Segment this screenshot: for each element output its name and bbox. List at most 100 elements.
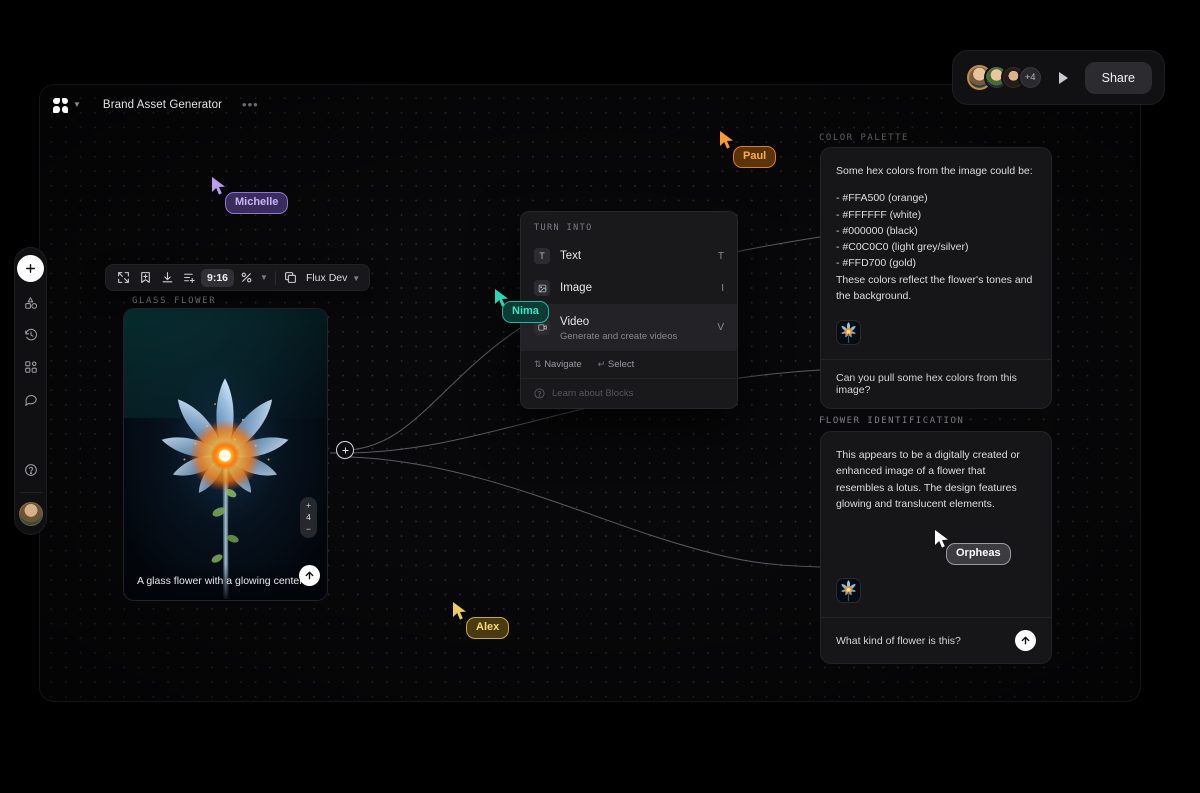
avatar-overflow-count[interactable]: +4 [1017,65,1043,90]
percent-magic-icon[interactable] [236,268,256,288]
block-toolbar[interactable]: 9:16 ▼ Flux Dev ▼ [105,264,371,291]
list-add-icon[interactable] [179,268,199,288]
glass-flower-image [124,309,327,600]
document-more-button[interactable]: ••• [242,98,259,111]
menu-item-shortcut: V [717,321,724,333]
stepper-value: 4 [306,512,311,522]
hex-color-item: - #FFFFFF (white) [836,208,922,221]
select-key-icon: ↵ [597,359,606,369]
menu-item-label: Image [560,282,592,294]
thumbnail-image [837,579,860,603]
arrow-up-icon [1021,636,1030,645]
menu-item-label: Text [560,250,582,262]
cursor-label: Paul [733,146,777,168]
download-icon[interactable] [157,268,177,288]
sidebar-item-history[interactable] [16,319,46,351]
help-circle-icon [24,464,37,476]
left-rail [14,247,47,535]
turn-into-menu[interactable]: TURN INTO T Text T Image I Video Generat… [520,211,738,409]
hex-color-list: - #FFA500 (orange) - #FFFFFF (white) - #… [836,190,1036,271]
color-palette-card-label: COLOR PALETTE [819,133,909,143]
add-block-button[interactable] [17,255,44,282]
toolbar-divider [274,270,276,285]
menu-item-image[interactable]: Image I [521,272,737,304]
cursor-pointer-icon [453,602,466,620]
chevron-down-icon[interactable]: ▼ [258,273,270,282]
image-block[interactable]: GLASS FLOWER + 4 − A glass flower with a… [123,296,328,601]
color-palette-prompt[interactable]: Can you pull some hex colors from this i… [836,372,1036,396]
select-label: Select [607,359,635,370]
blocks-grid-icon [24,361,37,373]
flower-id-prompt-row[interactable]: What kind of flower is this? [821,617,1051,663]
menu-item-shortcut: I [721,282,724,294]
menu-item-video[interactable]: Video Generate and create videos V [521,304,737,350]
sidebar-item-blocks[interactable] [16,351,46,383]
expand-icon[interactable] [113,268,133,288]
stepper-decrement[interactable]: − [306,525,311,534]
cursor-orpheas: Orpheas [934,529,1011,565]
aspect-ratio-button[interactable]: 9:16 [201,268,235,287]
chevron-down-icon[interactable]: ▼ [73,101,81,109]
image-submit-button[interactable] [299,565,320,586]
menu-footer-hints: ⇅ Navigate ↵ Select [521,350,737,378]
collaborator-facepile[interactable]: +4 [966,65,1043,90]
connector-add-node[interactable] [336,441,354,459]
user-avatar[interactable] [18,502,43,526]
text-icon: T [534,248,550,264]
duplicate-icon[interactable] [281,268,301,288]
image-caption: A glass flower with a glowing center [124,564,327,600]
flower-id-text: This appears to be a digitally created o… [836,449,1020,510]
color-palette-card[interactable]: Some hex colors from the image could be:… [820,147,1052,410]
model-label: Flux Dev [305,271,348,284]
flower-id-card-label: FLOWER IDENTIFICATION [819,416,965,426]
sidebar-item-comments[interactable] [16,383,46,415]
flower-thumbnail[interactable] [836,320,861,346]
shapes-icon [24,297,37,309]
hex-color-item: - #FFD700 (gold) [836,257,916,270]
play-icon [1059,71,1069,84]
model-selector[interactable]: Flux Dev ▼ [303,272,362,284]
menu-item-shortcut: T [717,250,724,262]
flower-id-prompt[interactable]: What kind of flower is this? [836,635,1005,647]
learn-about-blocks-label[interactable]: Learn about Blocks [552,388,633,399]
share-button[interactable]: Share [1084,61,1152,94]
image-frame[interactable]: + 4 − A glass flower with a glowing cent… [123,308,328,601]
cursor-pointer-icon [720,131,733,149]
color-palette-body: Some hex colors from the image could be:… [821,148,1051,346]
cursor-michelle: Michelle [211,176,289,214]
cursor-pointer-icon [212,177,225,195]
thumbnail-image [837,321,860,345]
cursor-label: Orpheas [946,543,1011,565]
menu-item-text[interactable]: T Text T [521,240,737,272]
color-palette-intro: Some hex colors from the image could be: [836,165,1033,177]
navigate-key-icon: ⇅ [534,359,542,369]
chevron-down-icon[interactable]: ▼ [350,274,362,283]
sidebar-item-shapes[interactable] [16,287,46,319]
learn-about-blocks-row[interactable]: Learn about Blocks [521,378,737,408]
bookmark-add-icon[interactable] [135,268,155,288]
cursor-nima: Nima [494,288,549,323]
cursor-label: Alex [466,617,510,639]
flower-id-submit-button[interactable] [1015,630,1036,652]
image-icon [534,280,550,296]
color-palette-outro: These colors reflect the flower's tones … [836,273,1033,302]
share-bar: +4 Share [951,50,1165,105]
sidebar-item-help[interactable] [16,454,46,486]
document-title: Brand Asset Generator [102,99,223,111]
canvas-topbar: ▼ Brand Asset Generator ••• [40,85,259,125]
plus-icon [341,446,349,454]
logo-button[interactable]: ▼ [53,97,81,113]
flower-thumbnail[interactable] [836,578,861,604]
present-play-button[interactable] [1054,68,1074,88]
image-count-stepper[interactable]: + 4 − [300,497,317,538]
stepper-increment[interactable]: + [306,501,311,510]
menu-item-sublabel: Generate and create videos [560,331,678,342]
menu-item-label: Video [560,316,590,328]
history-clock-icon [24,328,37,341]
image-block-label: GLASS FLOWER [132,296,217,306]
hex-color-item: - #C0C0C0 (light grey/silver) [836,241,969,254]
cursor-label: Nima [502,301,549,323]
color-palette-prompt-row[interactable]: Can you pull some hex colors from this i… [821,359,1051,408]
turn-into-menu-title: TURN INTO [534,223,593,233]
cursor-label: Michelle [225,192,289,214]
